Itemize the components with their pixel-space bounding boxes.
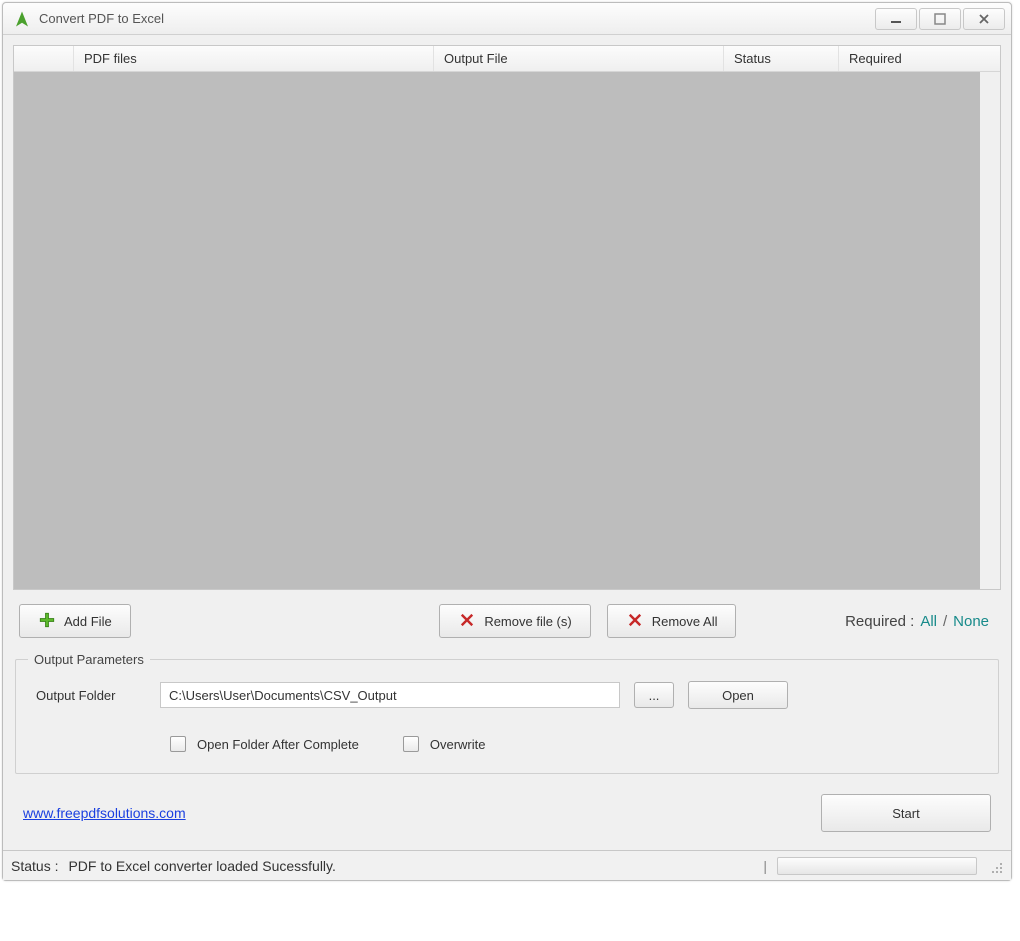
column-spacer[interactable] bbox=[14, 46, 74, 71]
app-window: Convert PDF to Excel PDF files Output Fi… bbox=[2, 2, 1012, 881]
start-label: Start bbox=[892, 806, 919, 821]
output-folder-label: Output Folder bbox=[36, 688, 146, 703]
column-pdf-files[interactable]: PDF files bbox=[74, 46, 434, 71]
overwrite-label: Overwrite bbox=[430, 737, 486, 752]
column-status[interactable]: Status bbox=[724, 46, 839, 71]
maximize-button[interactable] bbox=[919, 8, 961, 30]
browse-folder-button[interactable]: ... bbox=[634, 682, 674, 708]
start-button[interactable]: Start bbox=[821, 794, 991, 832]
file-list-header: PDF files Output File Status Required bbox=[14, 46, 1000, 72]
status-text: PDF to Excel converter loaded Sucessfull… bbox=[68, 858, 335, 874]
remove-files-label: Remove file (s) bbox=[484, 614, 571, 629]
add-file-button[interactable]: Add File bbox=[19, 604, 131, 638]
status-prefix: Status : bbox=[11, 858, 58, 874]
required-all-link[interactable]: All bbox=[920, 613, 937, 630]
overwrite-checkbox[interactable]: Overwrite bbox=[399, 733, 486, 755]
required-slash: / bbox=[943, 613, 947, 630]
x-icon bbox=[458, 611, 476, 632]
title-bar[interactable]: Convert PDF to Excel bbox=[3, 3, 1011, 35]
close-button[interactable] bbox=[963, 8, 1005, 30]
required-selector: Required : All / None bbox=[845, 613, 989, 630]
open-after-checkbox-input[interactable] bbox=[170, 736, 186, 752]
output-folder-input[interactable] bbox=[160, 682, 620, 708]
x-icon bbox=[626, 611, 644, 632]
action-button-row: Add File Remove file (s) Remove All Requ… bbox=[13, 590, 1001, 648]
output-parameters-legend: Output Parameters bbox=[28, 652, 150, 667]
progress-bar bbox=[777, 857, 977, 875]
output-parameters-group: Output Parameters Output Folder ... Open… bbox=[15, 652, 999, 774]
plus-icon bbox=[38, 611, 56, 632]
client-area: PDF files Output File Status Required Ad… bbox=[3, 35, 1011, 850]
column-required[interactable]: Required bbox=[839, 46, 1000, 71]
remove-all-label: Remove All bbox=[652, 614, 718, 629]
open-after-checkbox[interactable]: Open Folder After Complete bbox=[166, 733, 359, 755]
file-list-body[interactable] bbox=[14, 72, 1000, 589]
overwrite-checkbox-input[interactable] bbox=[403, 736, 419, 752]
app-icon bbox=[13, 10, 31, 28]
open-folder-button[interactable]: Open bbox=[688, 681, 788, 709]
add-file-label: Add File bbox=[64, 614, 112, 629]
output-folder-row: Output Folder ... Open bbox=[28, 681, 986, 709]
output-checks-row: Open Folder After Complete Overwrite bbox=[28, 733, 986, 755]
remove-all-button[interactable]: Remove All bbox=[607, 604, 737, 638]
status-divider: | bbox=[763, 858, 767, 874]
required-none-link[interactable]: None bbox=[953, 613, 989, 630]
window-title: Convert PDF to Excel bbox=[39, 11, 875, 26]
file-list-panel: PDF files Output File Status Required bbox=[13, 45, 1001, 590]
browse-label: ... bbox=[649, 688, 660, 703]
open-label: Open bbox=[722, 688, 754, 703]
footer-row: www.freepdfsolutions.com Start bbox=[13, 784, 1001, 850]
remove-files-button[interactable]: Remove file (s) bbox=[439, 604, 590, 638]
column-output-file[interactable]: Output File bbox=[434, 46, 724, 71]
window-controls bbox=[875, 8, 1005, 30]
status-bar: Status : PDF to Excel converter loaded S… bbox=[3, 850, 1011, 880]
required-label: Required : bbox=[845, 613, 914, 630]
resize-grip[interactable] bbox=[987, 858, 1003, 874]
minimize-button[interactable] bbox=[875, 8, 917, 30]
website-link[interactable]: www.freepdfsolutions.com bbox=[23, 805, 186, 821]
open-after-label: Open Folder After Complete bbox=[197, 737, 359, 752]
